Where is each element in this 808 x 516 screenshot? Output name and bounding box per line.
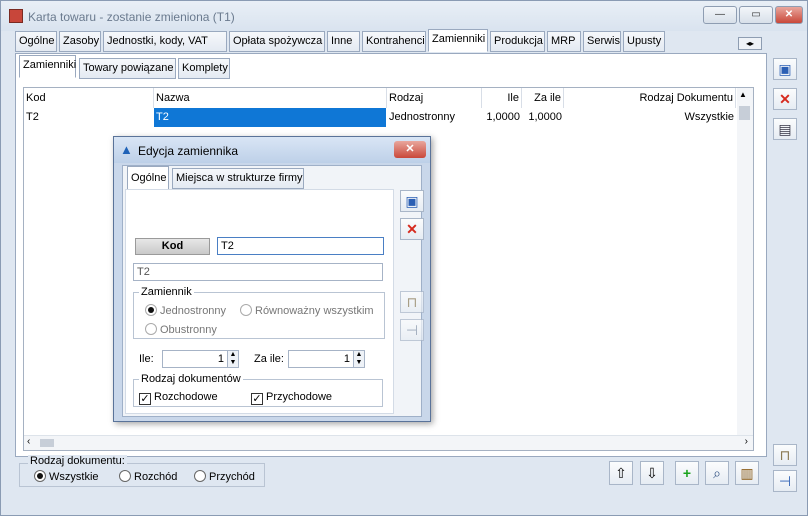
title-bar: Karta towaru - zostanie zmieniona (T1) —…	[1, 1, 807, 31]
dialog-close-button[interactable]: ✕	[394, 141, 426, 158]
app-icon	[9, 9, 23, 23]
import-icon[interactable]: ⇩	[640, 461, 664, 485]
cell-rodzaj[interactable]: Jednostronny	[387, 108, 482, 127]
radio-wszystkie[interactable]: Wszystkie	[34, 470, 99, 483]
dialog-lock-icon[interactable]: ⊓	[400, 291, 424, 313]
cell-za-ile[interactable]: 1,0000	[522, 108, 564, 127]
close-button[interactable]: ✕	[775, 6, 803, 24]
tab-serwis[interactable]: Serwis	[583, 31, 621, 52]
ile-label: Ile:	[139, 353, 154, 365]
subtab-zamienniki[interactable]: Zamienniki	[19, 55, 76, 78]
window-title: Karta towaru - zostanie zmieniona (T1)	[28, 10, 235, 24]
pin-icon[interactable]: ⊣	[773, 470, 797, 492]
doc-type-filter: Rodzaj dokumentu: Wszystkie Rozchód Przy…	[19, 455, 265, 487]
doc-types-group: Rodzaj dokumentów ✓ Rozchodowe ✓ Przychodo…	[133, 373, 383, 407]
ile-spinner[interactable]: ▲ ▼	[227, 351, 238, 367]
tab-upusty[interactable]: Upusty	[623, 31, 665, 52]
tab-kontrahenci[interactable]: Kontrahenci	[362, 31, 426, 52]
za-ile-value: 1	[343, 353, 350, 365]
minimize-button[interactable]: —	[703, 6, 737, 24]
col-ile[interactable]: Ile	[482, 88, 522, 108]
check-przychodowe[interactable]: ✓ Przychodowe	[251, 391, 332, 405]
maximize-button[interactable]: ▭	[739, 6, 773, 24]
tab-ogolne[interactable]: Ogólne	[15, 31, 57, 52]
export-icon[interactable]: ⇧	[609, 461, 633, 485]
lock-icon[interactable]: ⊓	[773, 444, 797, 466]
tab-scroll-arrows[interactable]: ◂▸	[738, 37, 762, 50]
dialog-pin-icon[interactable]: ⊣	[400, 319, 424, 341]
dialog-title-bar: ▲ Edycja zamiennika ✕	[114, 137, 430, 163]
hscroll-thumb[interactable]	[40, 439, 54, 447]
za-ile-spinner[interactable]: ▲ ▼	[353, 351, 364, 367]
edit-substitute-dialog: ▲ Edycja zamiennika ✕ Ogólne Miejsca w s…	[113, 136, 431, 422]
cancel-icon[interactable]: ✕	[773, 88, 797, 110]
tab-oplata[interactable]: Opłata spożywcza	[229, 31, 325, 52]
col-rodzaj[interactable]: Rodzaj	[387, 88, 482, 108]
ile-input[interactable]: 1 ▲ ▼	[162, 350, 239, 368]
subtab-towary-powiazane[interactable]: Towary powiązane	[79, 58, 176, 79]
cell-nazwa[interactable]: T2	[154, 108, 386, 127]
col-nazwa[interactable]: Nazwa	[154, 88, 387, 108]
tab-zasoby[interactable]: Zasoby	[59, 31, 101, 52]
tab-mrp[interactable]: MRP	[547, 31, 581, 52]
name-field: T2	[133, 263, 383, 281]
product-card-window: Karta towaru - zostanie zmieniona (T1) —…	[0, 0, 808, 516]
radio-rozchod[interactable]: Rozchód	[119, 470, 177, 483]
kod-input[interactable]: T2	[217, 237, 384, 255]
subtab-komplety[interactable]: Komplety	[178, 58, 230, 79]
doc-types-group-label: Rodzaj dokumentów	[139, 373, 243, 385]
option-rownowazny[interactable]: Równoważny wszystkim	[240, 304, 374, 317]
dialog-title: Edycja zamiennika	[138, 144, 239, 158]
cell-kod[interactable]: T2	[24, 108, 154, 127]
tab-jednostki[interactable]: Jednostki, kody, VAT	[103, 31, 227, 52]
option-jednostronny[interactable]: Jednostronny	[145, 304, 226, 317]
dialog-cancel-icon[interactable]: ✕	[400, 218, 424, 240]
scroll-thumb[interactable]	[739, 106, 750, 120]
add-icon[interactable]: +	[675, 461, 699, 485]
delete-icon[interactable]: ▥	[735, 461, 759, 485]
search-icon[interactable]: ⌕	[705, 461, 729, 485]
col-rodzaj-dokumentu[interactable]: Rodzaj Dokumentu	[564, 88, 736, 108]
vertical-scrollbar[interactable]: ▲	[737, 88, 753, 436]
dialog-tab-miejsca[interactable]: Miejsca w strukturze firmy	[172, 168, 304, 189]
zamiennik-group: Zamiennik Jednostronny Równoważny wszyst…	[133, 286, 385, 339]
zamiennik-group-label: Zamiennik	[139, 286, 194, 298]
doc-filter-label: Rodzaj dokumentu:	[28, 455, 127, 467]
cell-ile[interactable]: 1,0000	[482, 108, 522, 127]
scroll-right-arrow[interactable]: ›	[745, 436, 748, 447]
ile-value: 1	[217, 353, 224, 365]
tab-zamienniki[interactable]: Zamienniki	[428, 29, 488, 52]
dialog-body: Ogólne Miejsca w strukturze firmy Kod T2…	[122, 165, 424, 417]
kod-button[interactable]: Kod	[135, 238, 210, 255]
tab-produkcja[interactable]: Produkcja	[490, 31, 545, 52]
save-icon[interactable]: ▣	[773, 58, 797, 80]
col-za-ile[interactable]: Za ile	[522, 88, 564, 108]
scroll-up-arrow[interactable]: ▲	[739, 90, 747, 99]
dialog-save-icon[interactable]: ▣	[400, 190, 424, 212]
book-icon[interactable]: ▤	[773, 118, 797, 140]
col-kod[interactable]: Kod	[24, 88, 154, 108]
dialog-app-icon: ▲	[120, 142, 133, 157]
tab-inne[interactable]: Inne	[327, 31, 360, 52]
horizontal-scrollbar[interactable]: ‹ ›	[24, 435, 753, 450]
cell-rodzaj-dokumentu[interactable]: Wszystkie	[564, 108, 736, 127]
za-ile-input[interactable]: 1 ▲ ▼	[288, 350, 365, 368]
scroll-left-arrow[interactable]: ‹	[27, 436, 30, 447]
dialog-tab-ogolne[interactable]: Ogólne	[127, 166, 169, 190]
za-ile-label: Za ile:	[254, 353, 284, 365]
check-rozchodowe[interactable]: ✓ Rozchodowe	[139, 391, 218, 405]
option-obustronny[interactable]: Obustronny	[145, 323, 217, 336]
radio-przychod[interactable]: Przychód	[194, 470, 255, 483]
